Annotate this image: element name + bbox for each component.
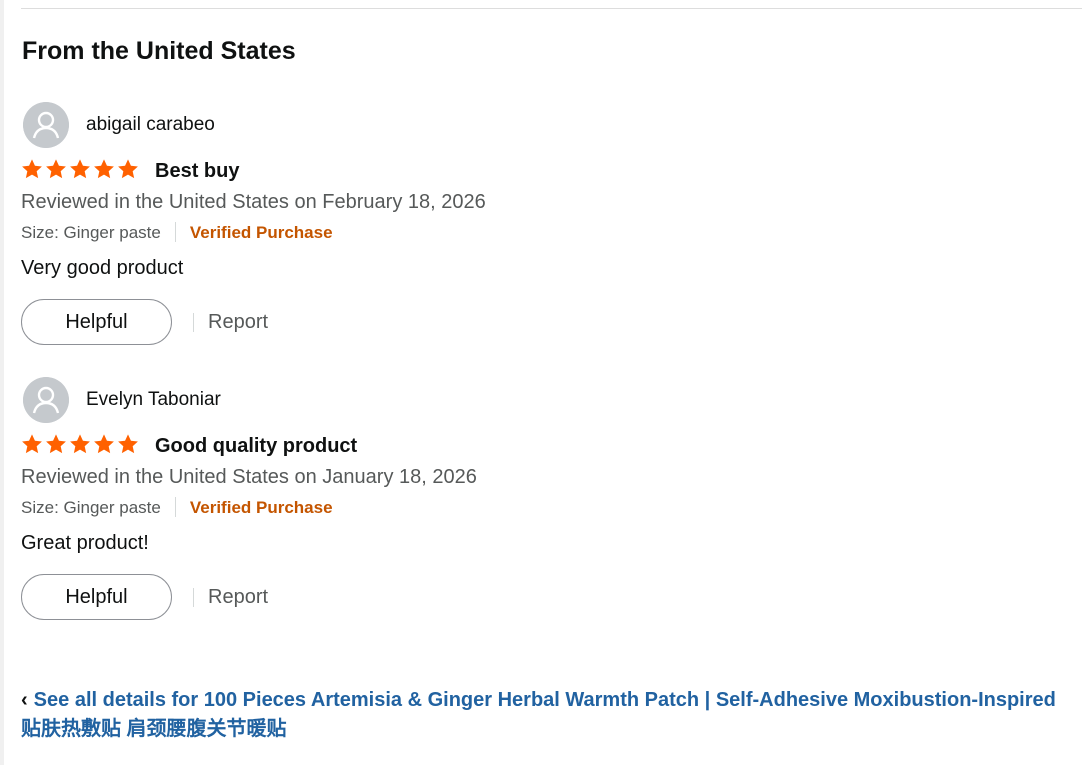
see-all-details-link[interactable]: ‹ See all details for 100 Pieces Artemisi…	[21, 686, 1082, 744]
review-size[interactable]: Size: Ginger paste	[21, 223, 161, 242]
review-date: Reviewed in the United States on Februar…	[21, 191, 486, 213]
review-author[interactable]: abigail carabeo	[86, 112, 215, 138]
star-icon	[22, 159, 42, 179]
avatar	[23, 102, 69, 148]
review-date: Reviewed in the United States on January…	[21, 466, 477, 488]
section-divider	[21, 8, 1082, 9]
review-body: Great product!	[21, 532, 149, 554]
page-left-edge	[0, 0, 4, 765]
star-rating[interactable]	[21, 433, 141, 457]
star-icon	[70, 434, 90, 454]
review-title[interactable]: Good quality product	[155, 432, 357, 460]
star-icon	[22, 434, 42, 454]
helpful-button[interactable]: Helpful	[21, 574, 172, 620]
verified-purchase-badge: Verified Purchase	[189, 498, 333, 517]
section-title: From the United States	[22, 37, 296, 65]
divider	[193, 313, 194, 332]
star-icon	[118, 434, 138, 454]
user-icon	[23, 377, 69, 423]
helpful-button[interactable]: Helpful	[21, 299, 172, 345]
report-link[interactable]: Report	[208, 308, 268, 336]
star-icon	[94, 434, 114, 454]
divider	[193, 588, 194, 607]
avatar	[23, 377, 69, 423]
star-icon	[46, 434, 66, 454]
report-link[interactable]: Report	[208, 583, 268, 611]
see-all-line2[interactable]: 贴肤热敷贴 肩颈腰腹关节暖贴	[21, 715, 1082, 744]
star-icon	[46, 159, 66, 179]
review-item: Evelyn Taboniar Good quality product Rev…	[21, 377, 1071, 627]
star-icon	[118, 159, 138, 179]
user-icon	[23, 102, 69, 148]
review-meta: Size: Ginger paste Verified Purchase	[21, 222, 333, 244]
divider	[174, 222, 176, 242]
verified-purchase-badge: Verified Purchase	[189, 223, 333, 242]
review-item: abigail carabeo Best buy Reviewed in the…	[21, 102, 1071, 352]
review-title[interactable]: Best buy	[155, 157, 239, 185]
review-meta: Size: Ginger paste Verified Purchase	[21, 497, 333, 519]
review-size[interactable]: Size: Ginger paste	[21, 498, 161, 517]
review-author[interactable]: Evelyn Taboniar	[86, 387, 221, 413]
divider	[174, 497, 176, 517]
star-icon	[94, 159, 114, 179]
star-rating[interactable]	[21, 158, 141, 182]
see-all-line1[interactable]: See all details for 100 Pieces Artemisia…	[34, 689, 1056, 711]
review-body: Very good product	[21, 257, 184, 279]
star-icon	[70, 159, 90, 179]
chevron-left-icon: ‹	[21, 689, 28, 711]
